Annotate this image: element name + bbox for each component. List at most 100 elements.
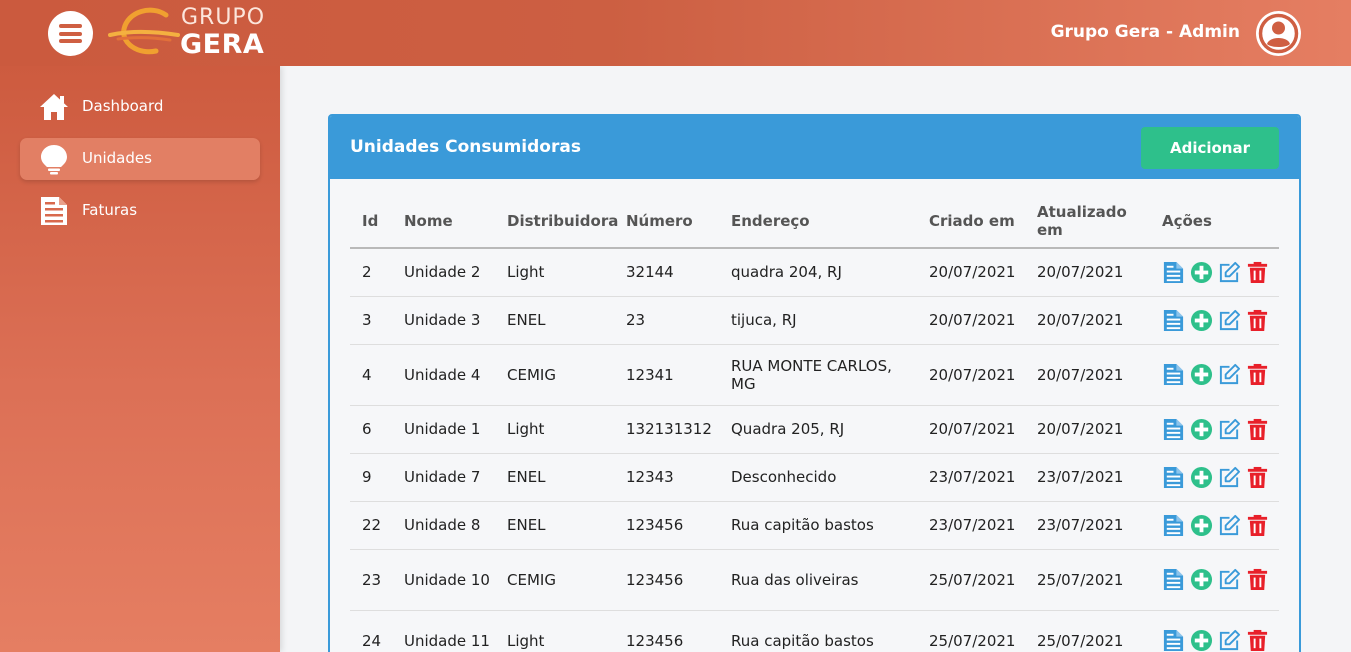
- logo-text-top: GRUPO: [181, 5, 266, 30]
- add-button[interactable]: Adicionar: [1141, 127, 1279, 169]
- cell-acoes: [1150, 549, 1279, 611]
- user-name[interactable]: Grupo Gera - Admin: [1051, 22, 1240, 42]
- column-header: Ações: [1150, 194, 1279, 249]
- column-header[interactable]: Nome: [392, 194, 495, 249]
- invoice-icon[interactable]: [1162, 629, 1185, 652]
- trash-icon[interactable]: [1246, 261, 1269, 284]
- trash-icon[interactable]: [1246, 309, 1269, 332]
- row-actions: [1162, 418, 1279, 441]
- column-header[interactable]: Id: [350, 194, 392, 249]
- trash-icon[interactable]: [1246, 568, 1269, 591]
- cell-distribuidora: CEMIG: [495, 344, 614, 406]
- column-header[interactable]: Criado em: [917, 194, 1025, 249]
- plus-circle-icon[interactable]: [1190, 309, 1213, 332]
- row-actions: [1162, 466, 1279, 489]
- cell-atualizado: 20/07/2021: [1025, 296, 1150, 345]
- lightbulb-icon: [41, 145, 67, 175]
- unidades-table: Id Nome Distribuidora Número Endereço Cr…: [350, 194, 1279, 652]
- cell-atualizado: 23/07/2021: [1025, 501, 1150, 550]
- plus-circle-icon[interactable]: [1190, 363, 1213, 386]
- cell-atualizado: 25/07/2021: [1025, 549, 1150, 611]
- trash-icon[interactable]: [1246, 466, 1269, 489]
- cell-numero: 32144: [614, 248, 719, 297]
- invoice-icon[interactable]: [1162, 309, 1185, 332]
- menu-toggle-button[interactable]: [48, 11, 93, 56]
- logo: GRUPO GERA: [108, 5, 278, 61]
- column-header[interactable]: Atualizado em: [1025, 194, 1150, 249]
- edit-icon[interactable]: [1218, 514, 1241, 537]
- user-avatar-icon[interactable]: [1256, 11, 1301, 56]
- sidebar-item-unidades[interactable]: Unidades: [20, 138, 260, 180]
- invoice-icon[interactable]: [1162, 568, 1185, 591]
- invoice-icon[interactable]: [1162, 418, 1185, 441]
- plus-circle-icon[interactable]: [1190, 568, 1213, 591]
- cell-nome: Unidade 10: [392, 549, 495, 611]
- edit-icon[interactable]: [1218, 466, 1241, 489]
- cell-criado: 25/07/2021: [917, 549, 1025, 611]
- edit-icon[interactable]: [1218, 261, 1241, 284]
- cell-numero: 132131312: [614, 405, 719, 454]
- column-header[interactable]: Número: [614, 194, 719, 249]
- cell-id: 3: [350, 296, 392, 345]
- cell-id: 4: [350, 344, 392, 406]
- cell-numero: 12341: [614, 344, 719, 406]
- invoice-icon[interactable]: [1162, 514, 1185, 537]
- cell-nome: Unidade 1: [392, 405, 495, 454]
- card-title: Unidades Consumidoras: [350, 137, 581, 157]
- cell-acoes: [1150, 405, 1279, 454]
- trash-icon[interactable]: [1246, 629, 1269, 652]
- table-row: 3 Unidade 3 ENEL 23 tijuca, RJ 20/07/202…: [350, 296, 1279, 345]
- sidebar-item-dashboard[interactable]: Dashboard: [20, 86, 260, 128]
- trash-icon[interactable]: [1246, 363, 1269, 386]
- cell-numero: 123456: [614, 610, 719, 652]
- cell-endereco: tijuca, RJ: [719, 296, 917, 345]
- plus-circle-icon[interactable]: [1190, 629, 1213, 652]
- edit-icon[interactable]: [1218, 629, 1241, 652]
- invoice-icon[interactable]: [1162, 261, 1185, 284]
- cell-distribuidora: Light: [495, 248, 614, 297]
- sidebar-item-label: Dashboard: [82, 97, 164, 115]
- trash-icon[interactable]: [1246, 418, 1269, 441]
- plus-circle-icon[interactable]: [1190, 514, 1213, 537]
- row-actions: [1162, 568, 1279, 591]
- cell-nome: Unidade 11: [392, 610, 495, 652]
- plus-circle-icon[interactable]: [1190, 418, 1213, 441]
- cell-nome: Unidade 2: [392, 248, 495, 297]
- column-header[interactable]: Distribuidora: [495, 194, 618, 249]
- top-header: GRUPO GERA Grupo Gera - Admin: [0, 0, 1351, 66]
- invoice-icon[interactable]: [1162, 466, 1185, 489]
- plus-circle-icon[interactable]: [1190, 261, 1213, 284]
- invoice-icon[interactable]: [1162, 363, 1185, 386]
- cell-id: 2: [350, 248, 392, 297]
- cell-id: 23: [350, 549, 392, 611]
- cell-endereco: RUA MONTE CARLOS, MG: [719, 344, 917, 406]
- cell-numero: 123456: [614, 549, 719, 611]
- cell-acoes: [1150, 453, 1279, 502]
- edit-icon[interactable]: [1218, 363, 1241, 386]
- cell-criado: 20/07/2021: [917, 296, 1025, 345]
- sidebar-item-faturas[interactable]: Faturas: [20, 190, 260, 232]
- column-header[interactable]: Endereço: [719, 194, 917, 249]
- cell-atualizado: 23/07/2021: [1025, 453, 1150, 502]
- trash-icon[interactable]: [1246, 514, 1269, 537]
- logo-text-bottom: GERA: [180, 29, 265, 60]
- cell-distribuidora: CEMIG: [495, 549, 614, 611]
- sidebar-item-label: Faturas: [82, 201, 138, 219]
- edit-icon[interactable]: [1218, 568, 1241, 591]
- cell-nome: Unidade 7: [392, 453, 495, 502]
- table-row: 24 Unidade 11 Light 123456 Rua capitão b…: [350, 610, 1279, 652]
- home-icon: [40, 94, 68, 120]
- edit-icon[interactable]: [1218, 418, 1241, 441]
- table-row: 9 Unidade 7 ENEL 12343 Desconhecido 23/0…: [350, 453, 1279, 502]
- edit-icon[interactable]: [1218, 309, 1241, 332]
- table-row: 22 Unidade 8 ENEL 123456 Rua capitão bas…: [350, 501, 1279, 550]
- cell-criado: 20/07/2021: [917, 344, 1025, 406]
- plus-circle-icon[interactable]: [1190, 466, 1213, 489]
- hamburger-line: [59, 31, 82, 36]
- row-actions: [1162, 514, 1279, 537]
- cell-endereco: Rua das oliveiras: [719, 549, 917, 611]
- cell-criado: 23/07/2021: [917, 453, 1025, 502]
- table-row: 23 Unidade 10 CEMIG 123456 Rua das olive…: [350, 549, 1279, 611]
- row-actions: [1162, 363, 1279, 386]
- cell-criado: 20/07/2021: [917, 248, 1025, 297]
